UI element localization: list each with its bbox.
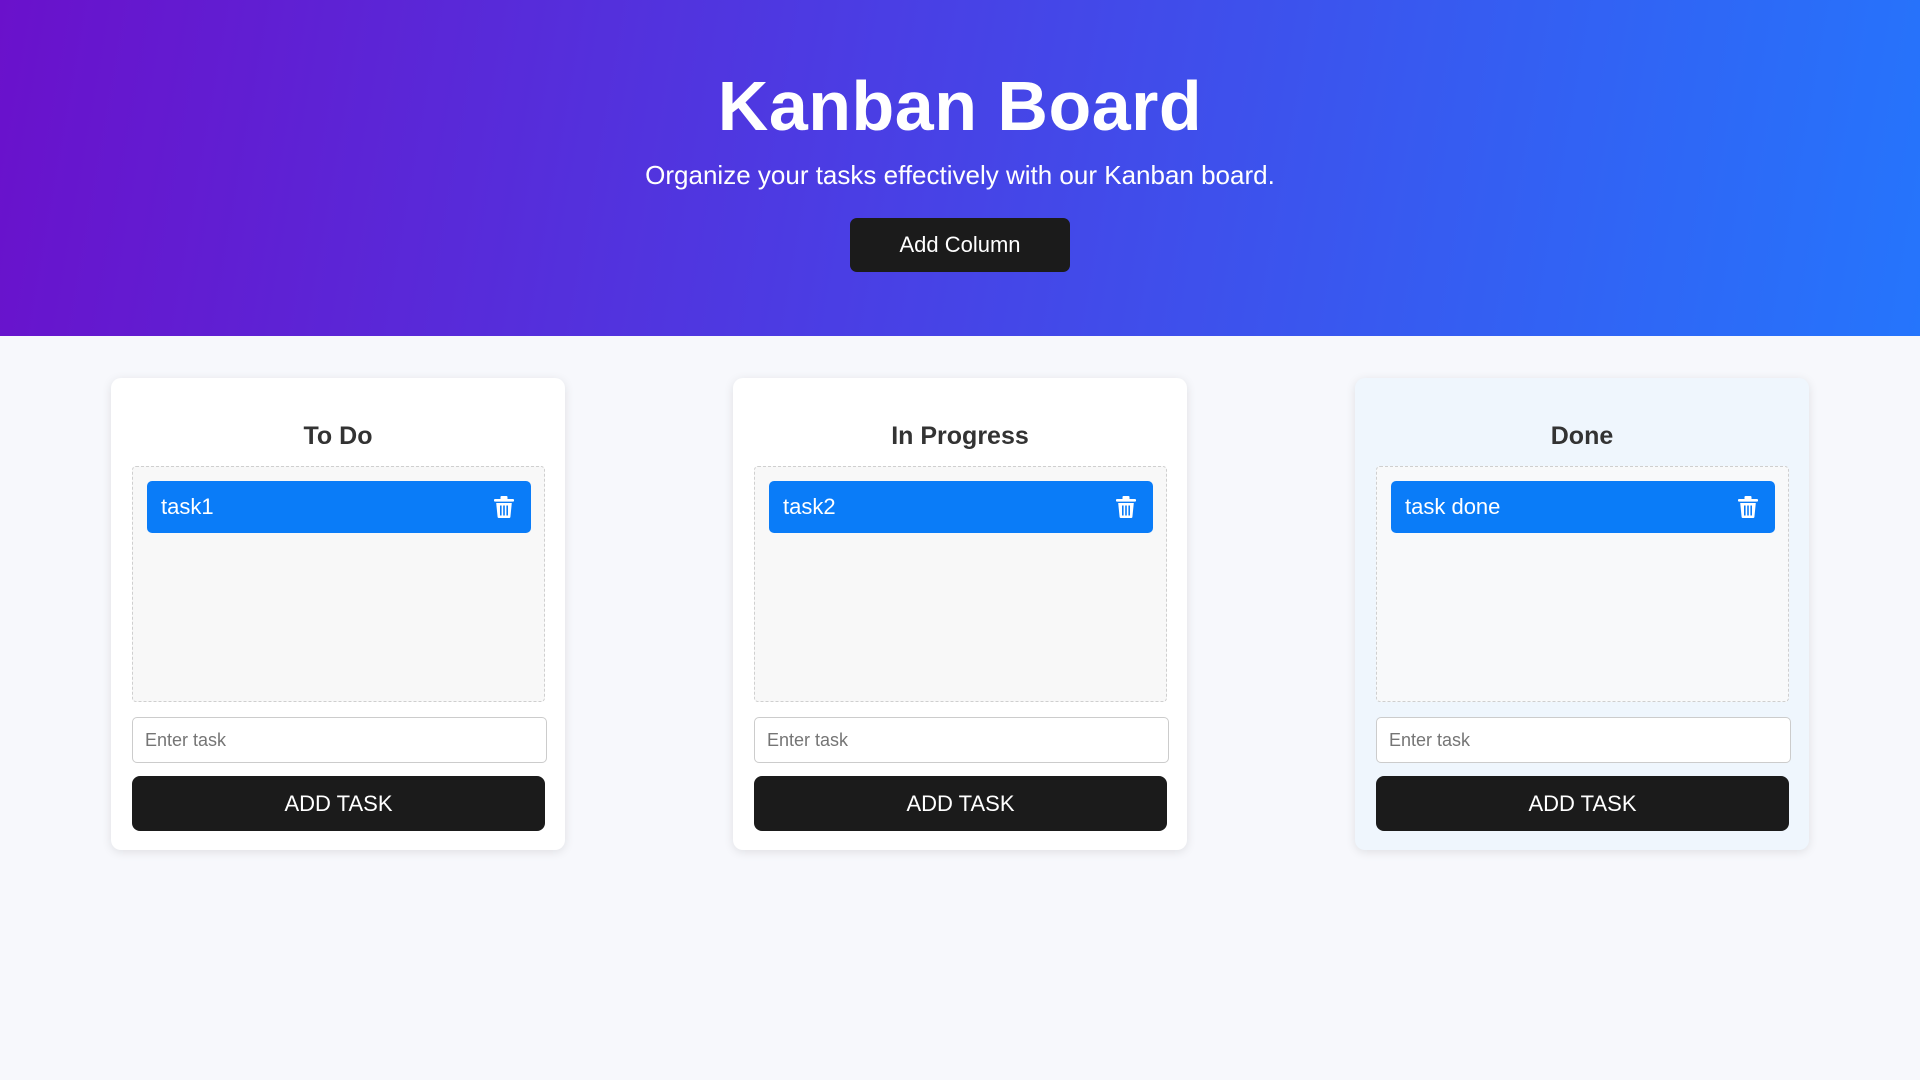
task-text: task1 [161,494,214,519]
add-task-button[interactable]: ADD TASK [132,776,545,831]
task-text: task2 [783,494,836,519]
task-list-dropzone[interactable]: task1 [132,466,545,702]
add-task-button[interactable]: ADD TASK [754,776,1167,831]
trash-icon[interactable] [1113,494,1139,520]
page-title: Kanban Board [717,67,1203,145]
add-task-button[interactable]: ADD TASK [1376,776,1789,831]
task-text: task done [1405,494,1501,519]
task-list-dropzone[interactable]: task done [1376,466,1789,702]
task-input[interactable] [1376,717,1791,763]
column-title: Done [1550,422,1614,450]
trash-icon[interactable] [1735,494,1761,520]
page-header: Kanban Board Organize your tasks effecti… [0,0,1920,336]
kanban-board: To Do task1 ADD TASK In Progre [0,336,1920,1080]
task-input[interactable] [754,717,1169,763]
task-list-dropzone[interactable]: task2 [754,466,1167,702]
column-to-do: To Do task1 ADD TASK [111,378,565,850]
column-in-progress: In Progress task2 ADD TASK [733,378,1187,850]
column-title: To Do [303,422,373,450]
page-subtitle: Organize your tasks effectively with our… [645,160,1275,190]
task-card[interactable]: task2 [769,481,1153,533]
task-card[interactable]: task1 [147,481,531,533]
column-done: Done task done ADD TASK [1355,378,1809,850]
add-column-button[interactable]: Add Column [850,218,1070,272]
trash-icon[interactable] [491,494,517,520]
column-title: In Progress [891,422,1029,450]
task-input[interactable] [132,717,547,763]
task-card[interactable]: task done [1391,481,1775,533]
